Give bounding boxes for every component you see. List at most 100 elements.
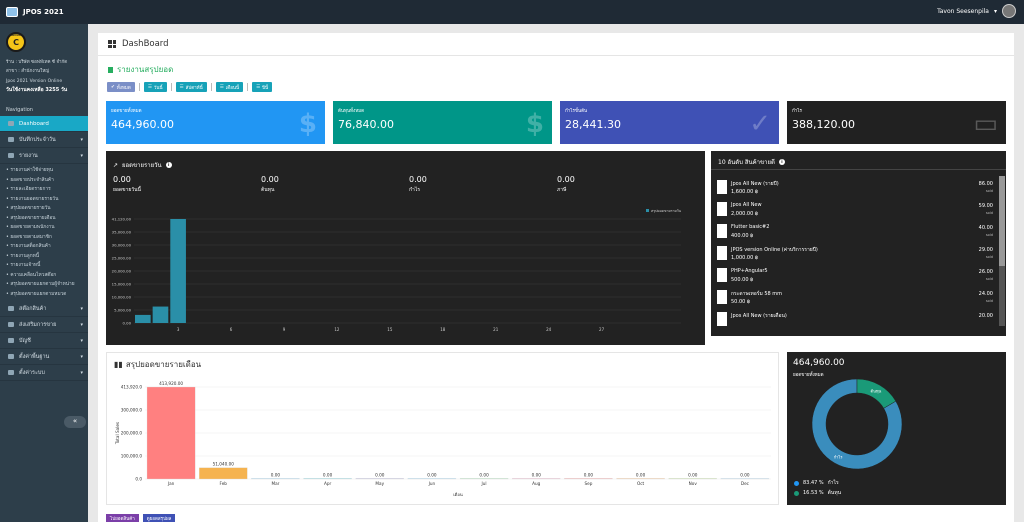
user-menu[interactable]: Tavon Seesenpila ▾ [937,4,1016,18]
value-label: 0.00 [479,472,489,477]
report-subitem[interactable]: • ยอดขายตามสมาชิก [0,233,88,243]
chevron-down-icon: ▾ [80,136,83,143]
card-value: 388,120.00 [792,118,855,131]
legend-dot [794,490,799,496]
legend-profit: 83.47 % กำไร [794,479,839,487]
report-subitem[interactable]: • รายละเอียดรายการ [0,185,88,195]
sidebar-item-stock[interactable]: สต๊อกสินค้า ▾ [0,301,88,317]
chevron-down-icon: ▾ [80,369,83,376]
sidebar-item-dashboard[interactable]: Dashboard [0,116,88,132]
x-tick-label: Feb [220,481,228,486]
x-tick-label: Mar [271,481,279,486]
x-tick-label: Jun [428,481,436,486]
product-item[interactable]: Jpos All New (รายเดือน) 20.00 [717,309,997,331]
x-tick-label: 24 [546,327,552,332]
donut-total: 464,960.00 [793,358,845,368]
app-logo[interactable]: JPOS 2021 [0,0,88,24]
monthly-bar [459,478,509,480]
profit-cost-donut: กำไรต้นทุน [811,378,903,470]
report-subitem[interactable]: • รายงานสต็อกสินค้า [0,242,88,252]
info-icon[interactable]: i [778,159,785,165]
card-value: 464,960.00 [111,118,174,131]
gear-icon [8,370,14,375]
legend-swatch [646,209,649,212]
monthly-bar [668,478,717,480]
product-qty: 29.00 [978,247,993,253]
section-title: รายงานสรุปยอด [108,63,173,76]
daily-sales-chart: 0.00 5,000.00 10,000.00 15,000.00 20,000.00 2… [112,209,682,332]
sidebar-item-system-settings[interactable]: ตั้งค่าระบบ ▾ [0,365,88,381]
product-unit: sold [985,211,993,215]
report-submenu: • รายงานค่าใช้จ่ายทุน • ยอดขายประจำสินค้… [0,164,88,301]
daily-bar [170,219,186,323]
monthly-sales-panel: ▮▮ สรุปยอดขายรายเดือน 0.0 100,000.0 200,00… [106,352,779,505]
product-item[interactable]: PHP+Angular5 500.00 ฿ 26.00 sold [717,265,997,287]
product-item[interactable]: Flutter basic#2 400.00 ฿ 40.00 sold [717,221,997,243]
box-icon [8,306,14,311]
report-subitem[interactable]: • สรุปยอดขายแยกตามหมวด [0,290,88,300]
report-subitem[interactable]: • ยอดขายประจำสินค้า [0,176,88,186]
product-unit: sold [985,277,993,281]
collapse-sidebar-button[interactable]: « [64,416,86,428]
report-subitem[interactable]: • สรุปยอดขายแยกตามผู้จำหน่าย [0,280,88,290]
sidebar-item-reports[interactable]: รายงาน ▾ [0,148,88,164]
product-item[interactable]: กระดาษเทอร์ม 58 mm 50.00 ฿ 24.00 sold [717,287,997,309]
x-tick-label: Oct [637,481,645,486]
check-icon: ✔ [111,84,115,90]
scrollbar[interactable] [999,176,1005,326]
product-price: 1,600.00 ฿ [731,189,759,195]
product-thumbnail [717,268,727,282]
monthly-bar [512,478,561,480]
sidebar-item-label: ตั้งค่าระบบ [19,369,45,376]
product-thumbnail [717,202,727,216]
sidebar-item-label: บันทึกประจำวัน [19,136,56,143]
sidebar-item-promotion[interactable]: ส่งเสริมการขาย ▾ [0,317,88,333]
report-subitem[interactable]: • รายงานยอดขายรายวัน [0,195,88,205]
product-unit: sold [985,255,993,259]
x-axis-label: เดือน [453,492,463,497]
view-products-button[interactable]: ไปยอดสินค้า [106,514,139,522]
report-subitem[interactable]: • รายงานเจ้าหนี้ [0,261,88,271]
top-bar: JPOS 2021 Tavon Seesenpila ▾ [0,0,1024,24]
top-products-panel: 10 อันดับ สินค้าขายดี i Jpos All New (รา… [711,151,1006,336]
report-subitem[interactable]: • รายงานลูกหนี้ [0,252,88,262]
calendar-icon [8,137,14,142]
product-item[interactable]: JPOS version Online (ค่าบริการรายปี) 1,00… [717,243,997,265]
sidebar: Control C ร้าน : บริษัท ซอฟท์เทค ซี จำกั… [0,24,88,522]
y-tick-label: 35,000.00 [112,230,132,235]
view-summary-button[interactable]: ดูยอดสรุปผล [142,514,176,522]
date-filter-group: ✔ ทั้งหมด ☰ วันนี้ ☰ สัปดาห์นี้ ☰ เดือนนี้ ☰… [107,82,273,92]
report-subitem[interactable]: • รายงานค่าใช้จ่ายทุน [0,166,88,176]
report-subitem[interactable]: • ยอดขายตามพนักงาน [0,223,88,233]
product-name: Flutter basic#2 [731,224,770,230]
filter-year-button[interactable]: ☰ ปีนี้ [252,82,273,92]
profit-card: กำไร 388,120.00 ▭ [787,101,1006,144]
badge-small-text: Control [9,33,22,37]
sidebar-item-account[interactable]: บัญชี ▾ [0,333,88,349]
ledger-icon [8,338,14,343]
product-item[interactable]: Jpos All New (รายปี) 1,600.00 ฿ 86.00 sold [717,177,997,199]
sidebar-item-daily[interactable]: บันทึกประจำวัน ▾ [0,132,88,148]
product-price: 500.00 ฿ [731,277,754,283]
report-subitem[interactable]: • สรุปยอดขายรายเดือน [0,214,88,224]
avatar[interactable] [1002,4,1016,18]
info-icon[interactable]: i [165,162,172,168]
product-qty: 24.00 [978,291,993,297]
report-subitem[interactable]: • ความเคลื่อนไหวสต๊อก [0,271,88,281]
filter-all-button[interactable]: ✔ ทั้งหมด [107,82,135,92]
sliders-icon [8,354,14,359]
x-tick-label: Jan [167,481,175,486]
x-tick-label: Dec [741,481,750,486]
report-subitem[interactable]: • สรุปยอดขายรายวัน [0,204,88,214]
monthly-bar [407,478,457,480]
filter-week-button[interactable]: ☰ สัปดาห์นี้ [175,82,207,92]
days-left: วันใช้งานคงเหลือ 3255 วัน [6,87,68,93]
product-price: 50.00 ฿ [731,299,751,305]
value-label: 0.00 [375,472,385,477]
product-unit: sold [985,233,993,237]
filter-today-button[interactable]: ☰ วันนี้ [143,82,167,92]
filter-month-button[interactable]: ☰ เดือนนี้ [215,82,244,92]
product-item[interactable]: Jpos All New 2,000.00 ฿ 59.00 sold [717,199,997,221]
sidebar-item-basic-settings[interactable]: ตั้งค่าพื้นฐาน ▾ [0,349,88,365]
x-tick-label: 27 [599,327,605,332]
